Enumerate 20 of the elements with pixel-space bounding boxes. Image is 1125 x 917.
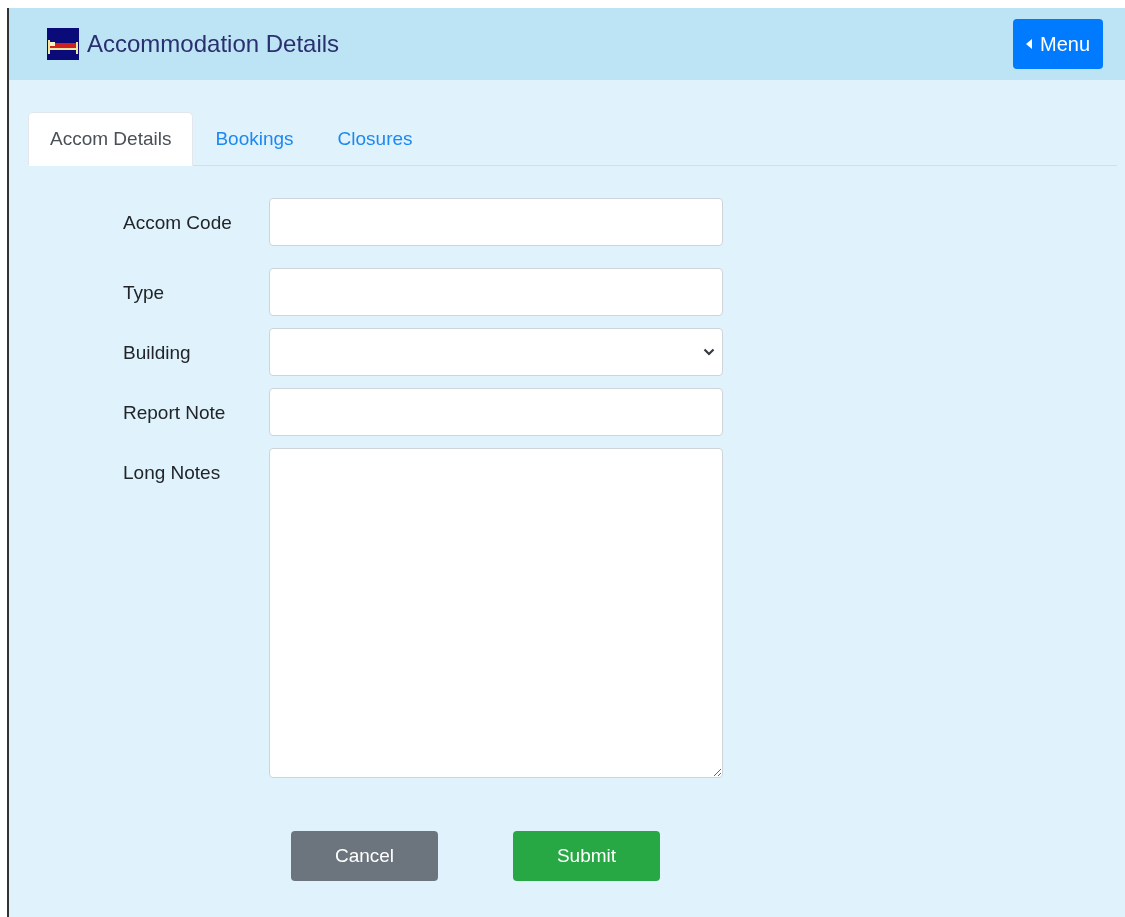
select-field[interactable] [269, 328, 723, 376]
bed-icon [47, 28, 79, 60]
cancel-button[interactable]: Cancel [291, 831, 438, 881]
text-field[interactable] [269, 388, 723, 436]
caret-left-icon [1025, 39, 1032, 49]
field-label: Accom Code [123, 211, 233, 235]
page-title: Accommodation Details [87, 29, 340, 59]
tab[interactable]: Accom Details [28, 112, 194, 166]
field-label: Type [123, 281, 166, 305]
text-field[interactable] [269, 268, 723, 316]
menu-button[interactable]: Menu [1012, 19, 1103, 69]
field-label: Building [123, 341, 192, 365]
submit-button[interactable]: Submit [513, 831, 660, 881]
field-label: Long Notes [123, 461, 222, 485]
textarea-field[interactable] [269, 448, 723, 778]
tab[interactable]: Bookings [193, 112, 316, 166]
chevron-down-icon [703, 348, 715, 356]
field-label: Report Note [123, 401, 227, 425]
text-field[interactable] [269, 198, 723, 246]
tab[interactable]: Closures [315, 112, 435, 166]
